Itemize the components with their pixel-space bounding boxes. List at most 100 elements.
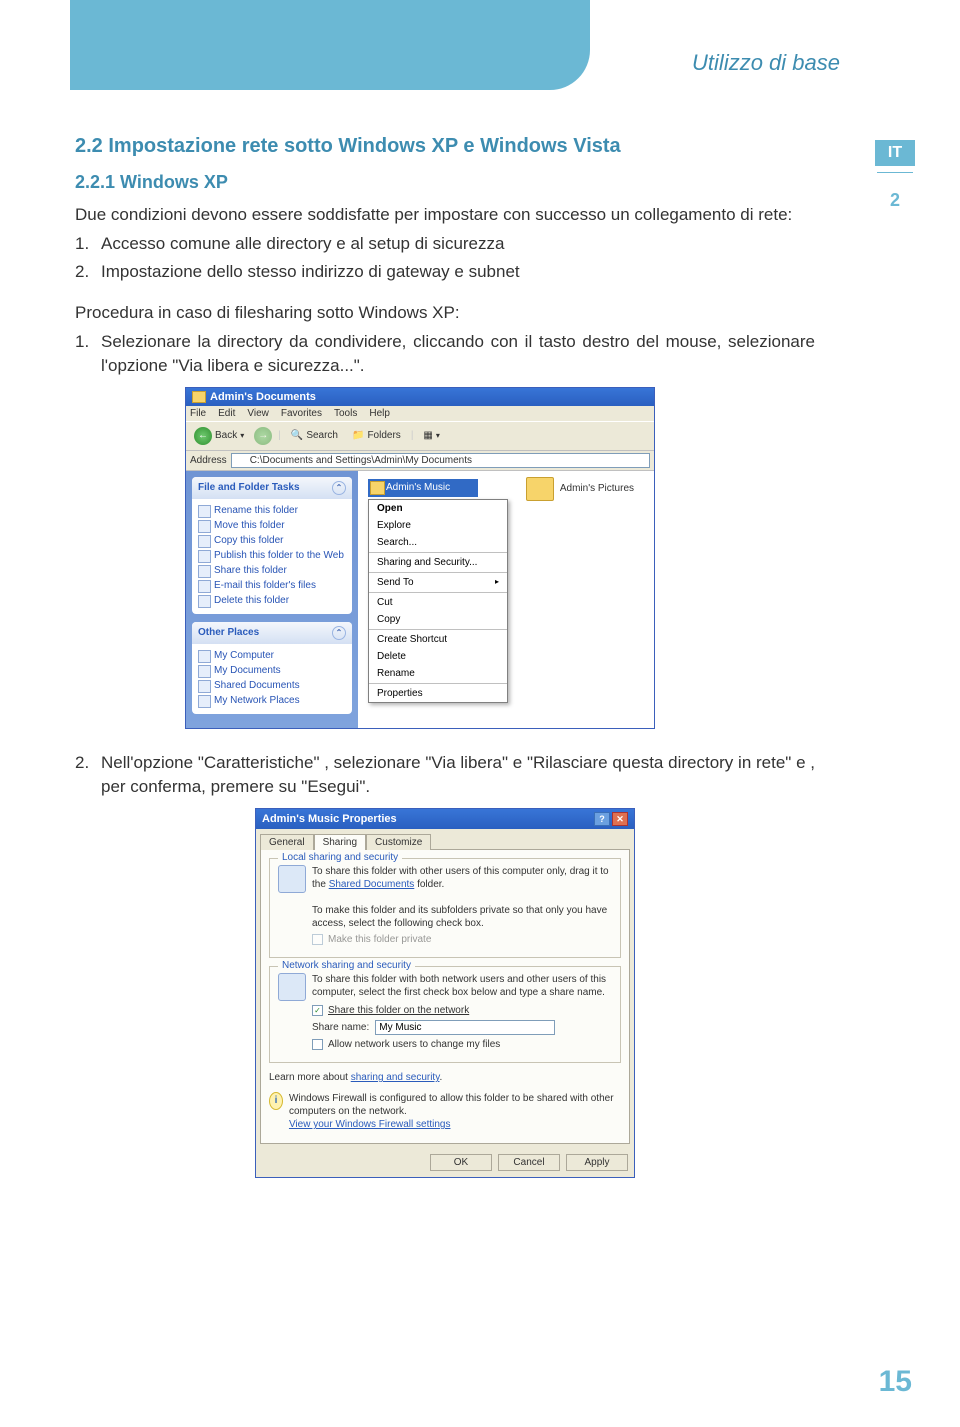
menu-item[interactable]: View (247, 408, 269, 419)
network-icon (278, 973, 306, 1001)
info-icon: i (269, 1092, 283, 1110)
intro-text: Due condizioni devono essere soddisfatte… (75, 203, 815, 228)
menu-item-properties[interactable]: Properties (369, 685, 507, 702)
task-link[interactable]: Delete this folder (198, 593, 346, 608)
help-button[interactable]: ? (594, 812, 610, 826)
menu-item[interactable]: Edit (218, 408, 235, 419)
private-checkbox[interactable]: Make this folder private (312, 934, 612, 945)
tab-sharing[interactable]: Sharing (314, 834, 366, 850)
menu-item[interactable]: Tools (334, 408, 357, 419)
task-link[interactable]: Rename this folder (198, 503, 346, 518)
properties-dialog: Admin's Music Properties ? ✕ General Sha… (255, 808, 635, 1178)
task-link[interactable]: Move this folder (198, 518, 346, 533)
menu-item-sharing[interactable]: Sharing and Security... (369, 554, 507, 571)
tab-panel: Local sharing and security To share this… (260, 849, 630, 1144)
list-num: 2. (75, 751, 101, 800)
share-name-input[interactable] (375, 1020, 555, 1035)
explorer-screenshot: Admin's Documents File Edit View Favorit… (185, 387, 655, 729)
chapter-number: 2 (875, 190, 915, 211)
cancel-button[interactable]: Cancel (498, 1154, 560, 1171)
task-link[interactable]: Publish this folder to the Web (198, 548, 346, 563)
condition-2: Impostazione dello stesso indirizzo di g… (101, 260, 520, 285)
search-label: Search (306, 430, 338, 441)
tasks-panel: File and Folder Tasks ⌃ Rename this folde… (192, 477, 352, 614)
firewall-info: i Windows Firewall is configured to allo… (269, 1088, 621, 1135)
share-name-label: Share name: (312, 1022, 369, 1033)
close-button[interactable]: ✕ (612, 812, 628, 826)
list-num: 2. (75, 260, 101, 285)
window-title: Admin's Documents (210, 391, 316, 403)
hand-folder-icon (278, 865, 306, 893)
procedure-heading: Procedura in caso di filesharing sotto W… (75, 301, 815, 326)
learn-link[interactable]: sharing and security (351, 1072, 440, 1083)
allow-change-checkbox[interactable]: Allow network users to change my files (312, 1039, 612, 1050)
ok-button[interactable]: OK (430, 1154, 492, 1171)
menu-item-sendto[interactable]: Send To (369, 574, 507, 591)
group-legend: Network sharing and security (278, 960, 415, 971)
tab-customize[interactable]: Customize (366, 834, 431, 850)
window-titlebar: Admin's Documents (186, 388, 654, 406)
step-1: Selezionare la directory da condividere,… (101, 330, 815, 379)
folder-icon (235, 455, 247, 465)
selected-folder[interactable]: Admin's Music (368, 479, 478, 497)
menu-item[interactable]: Favorites (281, 408, 322, 419)
apply-button[interactable]: Apply (566, 1154, 628, 1171)
folder-icon (192, 391, 206, 403)
search-button[interactable]: 🔍Search (287, 428, 342, 443)
place-link[interactable]: My Network Places (198, 693, 346, 708)
share-checkbox[interactable]: ✓Share this folder on the network (312, 1005, 612, 1016)
dialog-buttons: OK Cancel Apply (256, 1148, 634, 1177)
checkbox-label: Allow network users to change my files (328, 1039, 500, 1050)
menu-item-search[interactable]: Search... (369, 534, 507, 551)
collapse-icon[interactable]: ⌃ (332, 626, 346, 640)
page-number: 15 (879, 1365, 912, 1399)
dialog-title: Admin's Music Properties (262, 813, 397, 825)
forward-button[interactable]: → (254, 427, 272, 445)
share-name-row: Share name: (312, 1020, 612, 1035)
place-link[interactable]: Shared Documents (198, 678, 346, 693)
menu-item-rename[interactable]: Rename (369, 665, 507, 682)
dialog-titlebar: Admin's Music Properties ? ✕ (256, 809, 634, 829)
network-text: To share this folder with both network u… (312, 973, 612, 999)
header-tab (70, 0, 590, 90)
checkbox-icon (312, 934, 323, 945)
step-2: Nell'opzione "Caratteristiche" , selezio… (101, 751, 815, 800)
info-text: Windows Firewall is configured to allow … (289, 1093, 614, 1117)
tab-general[interactable]: General (260, 834, 314, 850)
menu-item[interactable]: Help (369, 408, 390, 419)
task-link[interactable]: E-mail this folder's files (198, 578, 346, 593)
panel-title: Other Places (198, 627, 259, 638)
address-field[interactable]: C:\Documents and Settings\Admin\My Docum… (231, 453, 650, 468)
task-link[interactable]: Copy this folder (198, 533, 346, 548)
shared-docs-link[interactable]: Shared Documents (329, 879, 415, 890)
context-menu: Open Explore Search... Sharing and Secur… (368, 499, 508, 703)
collapse-icon[interactable]: ⌃ (332, 481, 346, 495)
panel-title: File and Folder Tasks (198, 482, 300, 493)
place-link[interactable]: My Documents (198, 663, 346, 678)
firewall-link[interactable]: View your Windows Firewall settings (289, 1119, 451, 1130)
address-path: C:\Documents and Settings\Admin\My Docum… (250, 455, 472, 466)
heading-2: 2.2 Impostazione rete sotto Windows XP e… (75, 135, 815, 158)
menu-item-delete[interactable]: Delete (369, 648, 507, 665)
section-label: Utilizzo di base (692, 50, 840, 76)
language-badge: IT (875, 140, 915, 166)
menubar: File Edit View Favorites Tools Help (186, 406, 654, 421)
menu-item-cut[interactable]: Cut (369, 594, 507, 611)
side-divider (877, 172, 913, 173)
menu-item-open[interactable]: Open (369, 500, 507, 517)
menu-item[interactable]: File (190, 408, 206, 419)
folders-button[interactable]: 📁Folders (348, 428, 405, 443)
views-button[interactable]: ▦▾ (419, 428, 443, 443)
pictures-folder[interactable]: Admin's Pictures (526, 477, 634, 501)
place-link[interactable]: My Computer (198, 648, 346, 663)
task-link[interactable]: Share this folder (198, 563, 346, 578)
folder-view: Admin's Music Admin's Pictures Open Expl… (358, 471, 654, 728)
menu-item-shortcut[interactable]: Create Shortcut (369, 631, 507, 648)
learn-more: Learn more about sharing and security. (269, 1071, 621, 1084)
address-label: Address (190, 455, 227, 466)
list-num: 1. (75, 232, 101, 257)
menu-item-copy[interactable]: Copy (369, 611, 507, 628)
folder-icon (526, 477, 554, 501)
back-button[interactable]: ←Back▾ (190, 425, 248, 447)
menu-item-explore[interactable]: Explore (369, 517, 507, 534)
